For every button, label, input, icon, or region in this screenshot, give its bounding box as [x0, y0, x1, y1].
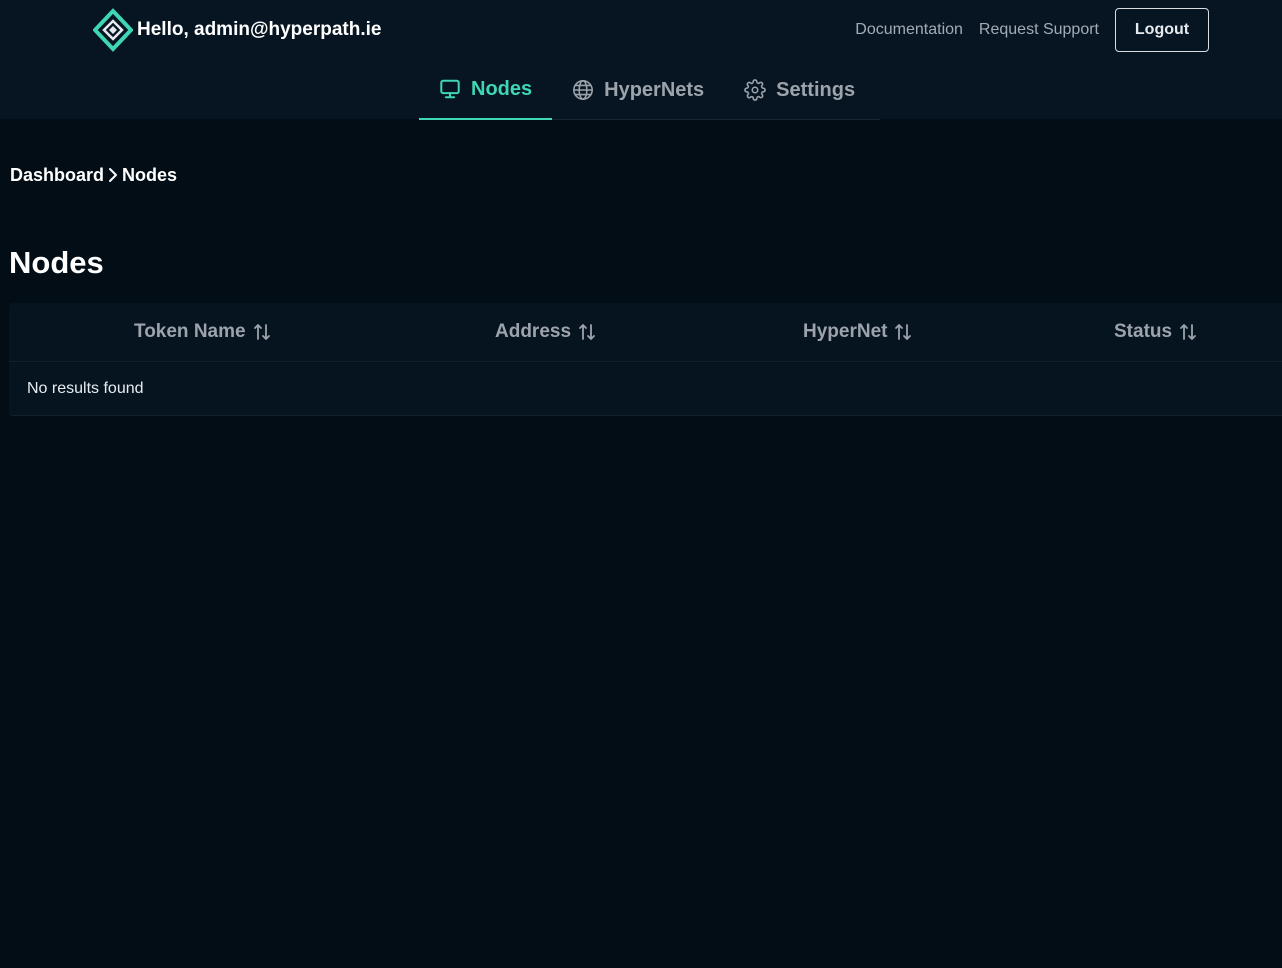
greeting-text: Hello, admin@hyperpath.ie	[137, 19, 382, 40]
column-header-token-name[interactable]: Token Name	[134, 303, 271, 361]
sort-icon	[253, 322, 271, 342]
sort-icon	[1179, 322, 1197, 342]
column-header-label: HyperNet	[803, 321, 888, 342]
column-header-hypernet[interactable]: HyperNet	[803, 303, 912, 361]
gear-icon	[744, 79, 767, 101]
tab-settings[interactable]: Settings	[724, 60, 875, 120]
brand: Hello, admin@hyperpath.ie	[93, 8, 381, 52]
column-header-status[interactable]: Status	[1114, 303, 1197, 361]
logout-button[interactable]: Logout	[1115, 8, 1209, 52]
column-header-address[interactable]: Address	[495, 303, 596, 361]
column-header-label: Status	[1114, 321, 1173, 342]
empty-message: No results found	[27, 380, 144, 397]
request-support-link[interactable]: Request Support	[979, 21, 1099, 39]
tab-settings-label: Settings	[776, 78, 856, 101]
sort-icon	[578, 322, 596, 342]
tab-nodes-label: Nodes	[471, 77, 533, 100]
chevron-right-icon	[106, 166, 120, 184]
monitor-icon	[439, 78, 461, 100]
breadcrumb: Dashboard Nodes	[10, 162, 177, 188]
globe-icon	[572, 79, 594, 101]
sort-icon	[894, 322, 912, 342]
breadcrumb-dashboard[interactable]: Dashboard	[10, 165, 104, 186]
column-header-label: Address	[495, 321, 572, 342]
column-header-label: Token Name	[134, 321, 246, 342]
tab-hypernets-label: HyperNets	[604, 78, 705, 101]
hyperpath-logo-icon	[93, 8, 133, 52]
documentation-link[interactable]: Documentation	[855, 21, 963, 39]
nodes-table: Token Name Address HyperNet Status No re…	[9, 303, 1282, 416]
table-header-row: Token Name Address HyperNet Status	[9, 303, 1282, 362]
tab-nodes[interactable]: Nodes	[419, 60, 553, 120]
breadcrumb-current: Nodes	[122, 164, 178, 185]
tab-hypernets[interactable]: HyperNets	[552, 60, 724, 120]
main-tabs: Nodes HyperNets Settings	[419, 60, 880, 120]
page-title: Nodes	[9, 245, 104, 280]
header-links: Documentation Request Support Logout	[855, 7, 1209, 53]
top-header: Hello, admin@hyperpath.ie Documentation …	[0, 0, 1282, 120]
table-empty-row: No results found	[9, 362, 1282, 416]
